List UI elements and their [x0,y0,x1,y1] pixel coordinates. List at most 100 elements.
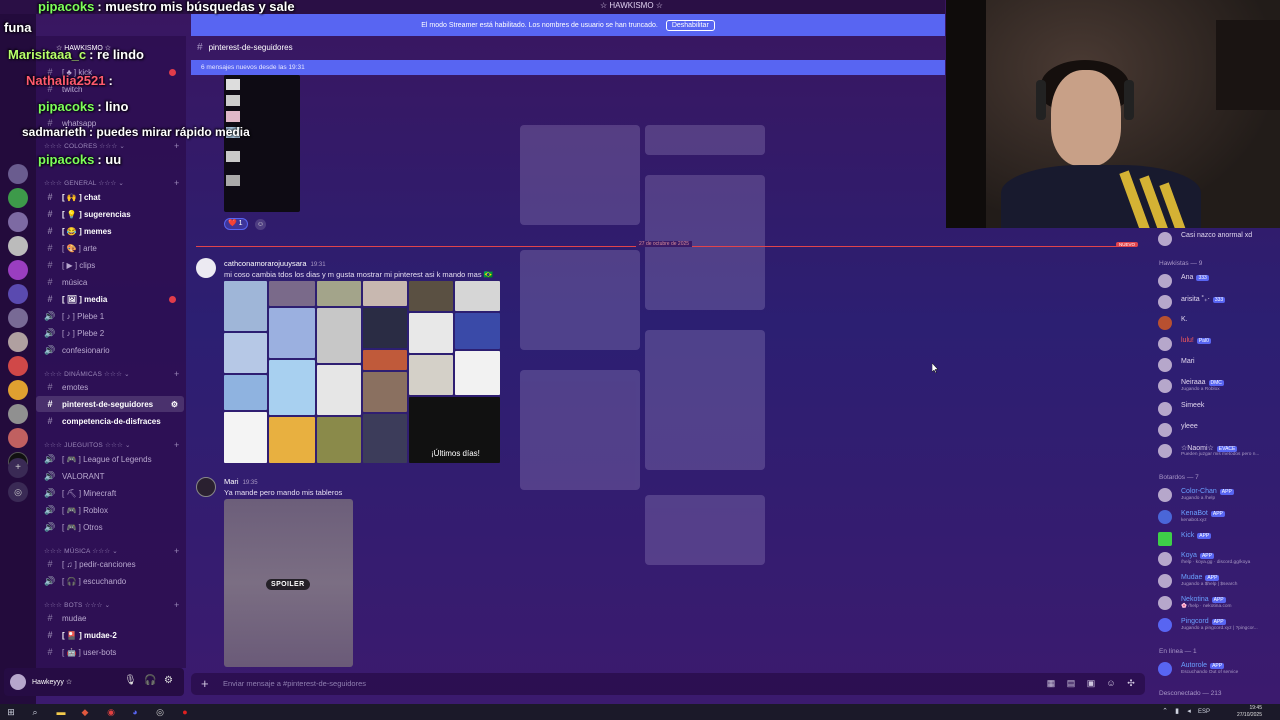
search-icon[interactable]: ⌕ [30,707,40,717]
channel-pinterest-de-seguidores[interactable]: # pinterest-de-seguidores ⚙ [36,396,184,412]
channel-kick[interactable]: # [ ♣ ] kick [36,64,184,80]
add-attachment-icon[interactable]: + [201,676,209,691]
add-channel-icon[interactable]: + [174,141,179,151]
avatar[interactable] [196,477,216,497]
channel-competencia-de-disfraces[interactable]: # competencia-de-disfraces [36,413,184,429]
grid-image[interactable] [269,417,315,463]
add-channel-icon[interactable]: + [174,600,179,610]
category-general[interactable]: ☆☆☆ GENERAL ☆☆☆ ⌄ + [44,178,179,188]
server-icon[interactable] [8,356,28,376]
grid-image[interactable] [317,281,361,306]
member-item[interactable]: Ana 333 [1157,272,1277,290]
grid-image[interactable] [409,355,453,395]
channel-chat[interactable]: # [ 🙌 ] chat [36,189,184,205]
network-icon[interactable]: ▮ [1172,707,1182,717]
member-item[interactable]: arisita ˚₊‧ 333 [1157,293,1277,311]
discover-icon[interactable]: ◎ [8,482,28,502]
server-icon[interactable] [8,260,28,280]
add-channel-icon[interactable]: + [174,178,179,188]
attachment-image[interactable] [224,75,300,212]
grid-image[interactable] [363,372,407,412]
grid-image[interactable] [455,281,500,311]
member-item[interactable]: KenaBot APP kenabot.xyz [1157,508,1277,526]
message-input[interactable]: Enviar mensaje a #pinterest-de-seguidore… [223,679,366,688]
message-author[interactable]: cathconamorarojuuysara 19:31 [224,259,326,268]
gif-icon[interactable]: ▤ [1066,678,1076,688]
spoiler-label[interactable]: SPOILER [266,579,310,590]
voice-channel-plebe-1[interactable]: 🔊 [ ♪ ] Plebe 1 [36,308,184,324]
server-icon[interactable] [8,164,28,184]
member-item[interactable]: Neiraaa DMC Jugando a Roblox [1157,377,1277,395]
channel-musica[interactable]: # música [36,274,184,290]
voice-channel-plebe-2[interactable]: 🔊 [ ♪ ] Plebe 2 [36,325,184,341]
member-item[interactable]: Koya APP/help · koya.gg · discord.gg/koya [1157,550,1277,568]
grid-image[interactable] [269,308,315,358]
member-item[interactable]: Autorole APP Escuchando Out of service [1157,660,1277,678]
headphones-icon[interactable]: 🎧 [144,675,156,686]
member-item[interactable]: Kick APP [1157,530,1277,548]
message-author[interactable]: Mari 19:35 [224,477,258,486]
channel-mudae[interactable]: # mudae [36,610,184,626]
grid-image[interactable] [455,313,500,349]
channel-whatsapp[interactable]: # whatsapp [36,115,184,131]
member-item[interactable]: Simeek [1157,400,1277,418]
grid-image[interactable] [363,350,407,370]
channel-clips[interactable]: # [ ▶ ] clips [36,257,184,273]
add-server-icon[interactable]: + [8,458,28,478]
member-item[interactable]: lulu! Pal0 [1157,335,1277,353]
grid-image[interactable]: ¡Últimos días! [409,397,500,463]
channel-memes[interactable]: # [ 😂 ] memes [36,223,184,239]
channel-emotes[interactable]: # emotes [36,379,184,395]
channel-pedir-canciones[interactable]: # [ ♫ ] pedir-canciones [36,556,184,572]
voice-channel-minecraft[interactable]: 🔊 [ ⛏ ] Minecraft [36,485,184,501]
obs-icon[interactable]: ◎ [155,707,165,717]
channel-twitch[interactable]: # twitch [36,81,184,97]
server-icon[interactable] [8,332,28,352]
voice-channel-confesionario[interactable]: 🔊 confesionario [36,342,184,358]
member-item[interactable]: Mari [1157,356,1277,374]
gift-icon[interactable]: ▦ [1046,678,1056,688]
category-musica[interactable]: ☆☆☆ MÚSICA ☆☆☆ ⌄ + [44,546,179,556]
emoji-icon[interactable]: ☺ [1106,678,1116,688]
server-icon[interactable] [8,212,28,232]
browser-icon[interactable]: ◆ [80,707,90,717]
server-icon[interactable] [8,404,28,424]
avatar[interactable] [196,258,216,278]
grid-image[interactable] [363,281,407,306]
settings-gear-icon[interactable]: ⚙ [164,675,173,686]
server-icon[interactable] [8,188,28,208]
file-explorer-icon[interactable]: ▬ [56,707,66,717]
member-item[interactable]: Casi nazco anormal xd [1157,230,1277,248]
microphone-icon[interactable]: 🎙 [124,675,137,686]
member-item[interactable]: Nekotina APP 🌸 /help · nekotina.com [1157,594,1277,612]
settings-gear-icon[interactable]: ⚙ [171,400,178,409]
grid-image[interactable] [224,333,267,373]
add-reaction-icon[interactable]: ☺ [255,219,266,230]
member-item[interactable]: ☆Naomi☆ EVACE Pueden juzgar mis metodos pe… [1157,442,1277,460]
server-icon[interactable] [8,284,28,304]
grid-image[interactable] [224,375,267,410]
reaction-heart[interactable]: ❤️ 1 [224,218,248,230]
grid-image[interactable] [409,281,453,311]
apps-icon[interactable]: ✣ [1126,678,1136,688]
server-icon[interactable] [8,236,28,256]
new-messages-bar[interactable]: 6 mensajes nuevos desde las 19:31 [191,60,945,75]
add-channel-icon[interactable]: + [174,546,179,556]
system-clock[interactable]: 19:45 27/10/2025 [1237,705,1262,719]
grid-image[interactable] [363,308,407,348]
voice-channel-valorant[interactable]: 🔊 VALORANT [36,468,184,484]
discord-icon[interactable]: ◕ [130,707,140,717]
voice-channel-otros[interactable]: 🔊 [ 🎮 ] Otros [36,519,184,535]
voice-channel-lol[interactable]: 🔊 [ 🎮 ] League of Legends [36,451,184,467]
voice-channel-escuchando[interactable]: 🔊 [ 🎧 ] escuchando [36,573,184,589]
grid-image[interactable] [409,313,453,353]
grid-image[interactable] [224,412,267,463]
app-icon[interactable]: ● [180,707,190,717]
server-icon[interactable] [8,380,28,400]
voice-channel-roblox[interactable]: 🔊 [ 🎮 ] Roblox [36,502,184,518]
disable-streamer-button[interactable]: Deshabilitar [665,19,715,31]
app-icon[interactable]: ◉ [106,707,116,717]
channel-user-bots[interactable]: # [ 🤖 ] user-bots [36,644,184,660]
category-jueguitos[interactable]: ☆☆☆ JUEGUITOS ☆☆☆ ⌄ + [44,440,179,450]
grid-image[interactable] [269,281,315,306]
